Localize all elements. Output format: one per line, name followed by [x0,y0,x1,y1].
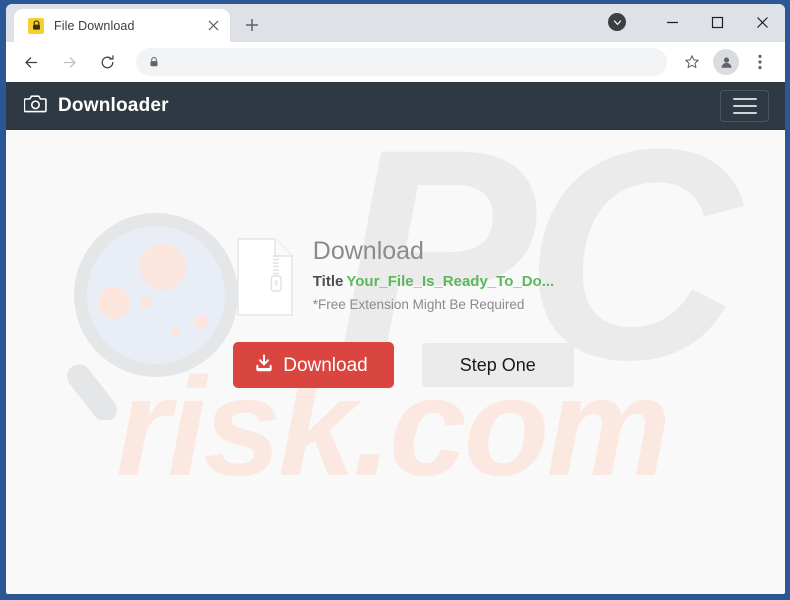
download-button[interactable]: Download [233,342,394,388]
minimize-button[interactable] [650,5,695,39]
step-one-button[interactable]: Step One [421,343,574,387]
hamburger-menu-icon[interactable] [720,90,769,122]
window-controls [608,4,785,40]
download-title-line: Title Your_File_Is_Ready_To_Do... [313,272,554,292]
title-label: Title [312,273,344,290]
zip-file-icon [236,238,293,316]
hamburger-bar [732,98,757,100]
brand-name: Downloader [58,95,169,116]
maximize-button[interactable] [695,5,740,39]
extension-note: *Free Extension Might Be Required [312,297,525,313]
reload-icon[interactable] [92,47,122,77]
padlock-icon [28,17,44,34]
forward-icon [54,47,84,77]
tab-strip: File Download [6,4,785,42]
address-bar[interactable] [136,48,667,76]
lock-icon [148,55,162,69]
title-value: Your_File_Is_Ready_To_Do... [346,273,555,290]
tab-title: File Download [54,18,135,33]
browser-window: File Download Downloader PC risk.com Dow… [0,0,790,600]
page-viewport: Downloader PC risk.com Download Title Yo… [6,82,785,594]
download-panel: Download Title Your_File_Is_Ready_To_Do..… [6,234,785,388]
browser-window-inner: File Download Downloader PC risk.com Dow… [6,4,785,594]
tab-search-icon[interactable] [608,13,626,31]
camera-icon [23,94,47,118]
site-header: Downloader [6,82,785,130]
download-heading: Download [312,237,424,265]
download-icon [255,354,273,376]
brand: Downloader [23,94,169,118]
browser-tab[interactable]: File Download [14,9,230,42]
hamburger-bar [732,112,757,114]
kebab-menu-icon[interactable] [746,48,774,76]
hamburger-bar [732,105,757,107]
new-tab-button[interactable] [238,11,266,39]
close-window-button[interactable] [740,5,785,39]
download-button-label: Download [283,354,368,376]
action-buttons: Download Step One [233,342,574,388]
download-texts: Download Title Your_File_Is_Ready_To_Do..… [313,234,554,314]
browser-toolbar [6,42,785,82]
close-icon[interactable] [202,15,224,37]
back-icon[interactable] [16,47,46,77]
avatar[interactable] [713,49,739,75]
download-info-row: Download Title Your_File_Is_Ready_To_Do..… [236,234,554,316]
star-icon[interactable] [678,48,706,76]
